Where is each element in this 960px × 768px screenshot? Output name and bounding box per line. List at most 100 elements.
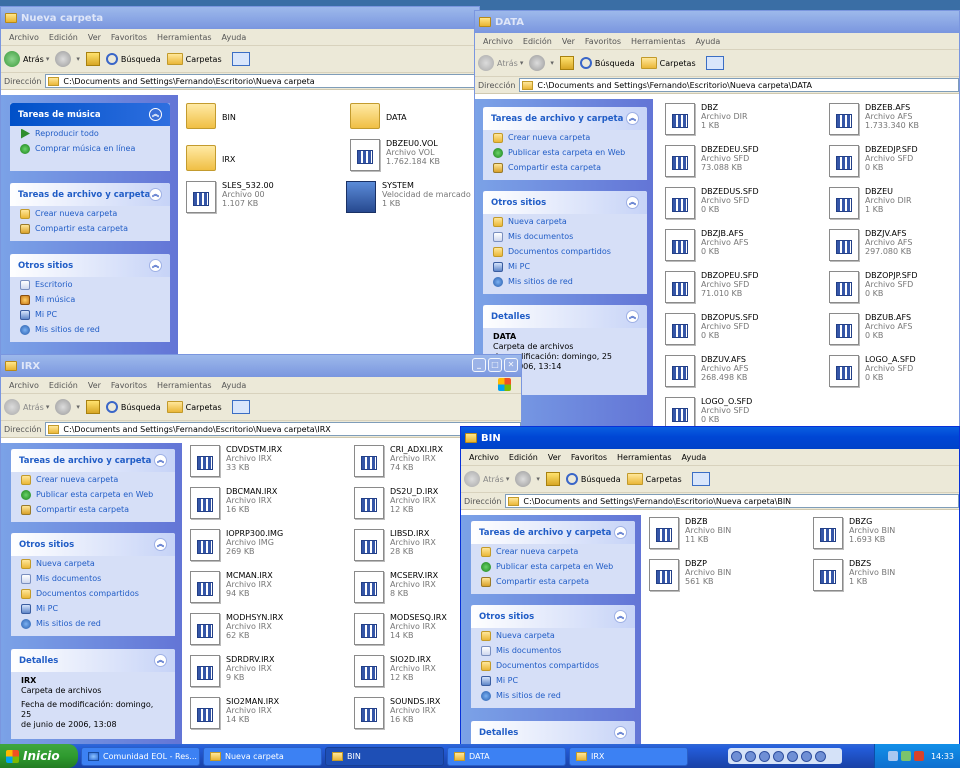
collapse-icon[interactable]: ︽	[154, 654, 167, 667]
file-item[interactable]: DBZG Archivo BIN 1.693 KB	[813, 517, 959, 555]
file-item[interactable]: CDVDSTM.IRX Archivo IRX 33 KB	[190, 445, 350, 483]
menu-ayuda[interactable]: Ayuda	[691, 37, 726, 46]
place-shared-documents[interactable]: Documentos compartidos	[483, 244, 647, 259]
task-new-folder[interactable]: Crear nueva carpeta	[11, 472, 175, 487]
task-publish-web[interactable]: Publicar esta carpeta en Web	[471, 559, 635, 574]
menu-herramientas[interactable]: Herramientas	[152, 381, 217, 390]
folder-up-icon[interactable]	[85, 400, 100, 414]
menu-ayuda[interactable]: Ayuda	[217, 33, 252, 42]
collapse-icon[interactable]: ︽	[614, 726, 627, 739]
menu-edicion[interactable]: Edición	[518, 37, 557, 46]
menu-favoritos[interactable]: Favoritos	[106, 33, 152, 42]
task-share-folder[interactable]: Compartir esta carpeta	[471, 574, 635, 589]
address-input[interactable]: C:\Documents and Settings\Fernando\Escri…	[519, 78, 959, 92]
folders-button[interactable]: Carpetas	[626, 473, 682, 485]
folders-button[interactable]: Carpetas	[166, 53, 222, 65]
restore-icon[interactable]	[815, 750, 826, 762]
menu-favoritos[interactable]: Favoritos	[580, 37, 626, 46]
antivirus-tray-icon[interactable]	[913, 751, 924, 761]
menu-favoritos[interactable]: Favoritos	[566, 453, 612, 462]
task-play-all[interactable]: Reproducir todo	[10, 126, 170, 141]
window-data[interactable]: DATA Archivo Edición Ver Favoritos Herramien…	[474, 10, 960, 430]
title-bar[interactable]: BIN	[461, 427, 959, 449]
place-desktop[interactable]: Escritorio	[10, 277, 170, 292]
menu-ayuda[interactable]: Ayuda	[677, 453, 712, 462]
place-new-folder[interactable]: Nueva carpeta	[483, 214, 647, 229]
file-item[interactable]: DBZOPJP.SFD Archivo SFD 0 KB	[829, 271, 959, 309]
file-item[interactable]: DBZEDJP.SFD Archivo SFD 0 KB	[829, 145, 959, 183]
file-item[interactable]: LOGO_A.SFD Archivo SFD 0 KB	[829, 355, 959, 393]
clock[interactable]: 14:33	[931, 752, 954, 761]
file-item[interactable]: DBZJB.AFS Archivo AFS 0 KB	[665, 229, 825, 267]
folder-up-icon[interactable]	[85, 52, 100, 66]
file-item[interactable]: DBZP Archivo BIN 561 KB	[649, 559, 809, 597]
collapse-icon[interactable]: ︽	[614, 610, 627, 623]
dropdown-arrow-icon[interactable]: ▾	[46, 403, 50, 411]
dropdown-arrow-icon[interactable]: ▾	[536, 475, 540, 483]
views-icon[interactable]	[231, 400, 250, 414]
address-input[interactable]: C:\Documents and Settings\Fernando\Escri…	[45, 74, 479, 88]
place-my-pc[interactable]: Mi PC	[11, 601, 175, 616]
address-input[interactable]: C:\Documents and Settings\Fernando\Escri…	[45, 422, 521, 436]
collapse-icon[interactable]: ︽	[149, 188, 162, 201]
place-my-documents[interactable]: Mis documentos	[471, 643, 635, 658]
file-item[interactable]: BIN	[186, 99, 346, 137]
minimize-icon[interactable]: _	[472, 358, 486, 372]
window-irx[interactable]: IRX _ □ ✕ Archivo Edición Ver Favoritos Herram…	[0, 354, 522, 746]
file-item[interactable]: SLES_532.00 Archivo 00 1.107 KB	[186, 181, 346, 219]
collapse-icon[interactable]: ︽	[149, 259, 162, 272]
taskbar-button-comunidad[interactable]: Comunidad EOL - Res...	[81, 746, 200, 766]
dropdown-arrow-icon[interactable]: ▾	[520, 59, 524, 67]
file-item[interactable]: SIO2MAN.IRX Archivo IRX 14 KB	[190, 697, 350, 735]
place-network[interactable]: Mis sitios de red	[10, 322, 170, 337]
file-item[interactable]: DBZUV.AFS Archivo AFS 268.498 KB	[665, 355, 825, 393]
task-new-folder[interactable]: Crear nueva carpeta	[483, 130, 647, 145]
other-places-header[interactable]: Otros sitios ︽	[483, 191, 647, 214]
details-header[interactable]: Detalles ︽	[483, 305, 647, 328]
file-item[interactable]: DBZOPEU.SFD Archivo SFD 71.010 KB	[665, 271, 825, 309]
file-item[interactable]: DBZB Archivo BIN 11 KB	[649, 517, 809, 555]
other-places-header[interactable]: Otros sitios ︽	[10, 254, 170, 277]
taskbar-button-nueva-carpeta[interactable]: Nueva carpeta	[203, 746, 322, 766]
taskbar-button-irx[interactable]: IRX	[569, 746, 688, 766]
menu-ver[interactable]: Ver	[557, 37, 580, 46]
collapse-icon[interactable]: ︽	[614, 526, 627, 539]
place-shared-documents[interactable]: Documentos compartidos	[11, 586, 175, 601]
file-tasks-header[interactable]: Tareas de archivo y carpeta ︽	[471, 521, 635, 544]
task-share-folder[interactable]: Compartir esta carpeta	[11, 502, 175, 517]
dropdown-arrow-icon[interactable]: ▾	[46, 55, 50, 63]
menu-archivo[interactable]: Archivo	[478, 37, 518, 46]
music-tasks-header[interactable]: Tareas de música ︽	[10, 103, 170, 126]
file-item[interactable]: DBZOPUS.SFD Archivo SFD 0 KB	[665, 313, 825, 351]
window-bin[interactable]: BIN Archivo Edición Ver Favoritos Herramient…	[460, 426, 960, 746]
previous-icon[interactable]	[759, 750, 770, 762]
back-button[interactable]: Atrás ▾	[478, 55, 523, 71]
menu-herramientas[interactable]: Herramientas	[612, 453, 677, 462]
file-item[interactable]: DBZEDEU.SFD Archivo SFD 73.088 KB	[665, 145, 825, 183]
search-button[interactable]: Búsqueda	[565, 473, 621, 485]
task-new-folder[interactable]: Crear nueva carpeta	[471, 544, 635, 559]
collapse-icon[interactable]: ︽	[626, 112, 639, 125]
menu-archivo[interactable]: Archivo	[4, 33, 44, 42]
file-item[interactable]: SDRDRV.IRX Archivo IRX 9 KB	[190, 655, 350, 693]
start-button[interactable]: Inicio	[0, 744, 78, 768]
dropdown-arrow-icon[interactable]: ▾	[506, 475, 510, 483]
task-share-folder[interactable]: Compartir esta carpeta	[483, 160, 647, 175]
forward-button[interactable]: ▾	[529, 55, 554, 71]
menu-edicion[interactable]: Edición	[44, 33, 83, 42]
folders-button[interactable]: Carpetas	[166, 401, 222, 413]
place-network[interactable]: Mis sitios de red	[11, 616, 175, 631]
dropdown-arrow-icon[interactable]: ▾	[76, 55, 80, 63]
task-share-folder[interactable]: Compartir esta carpeta	[10, 221, 170, 236]
search-button[interactable]: Búsqueda	[105, 53, 161, 65]
window-nueva-carpeta[interactable]: Nueva carpeta Archivo Edición Ver Favoritos…	[0, 6, 480, 356]
file-item[interactable]: DBZJV.AFS Archivo AFS 297.080 KB	[829, 229, 959, 267]
forward-button[interactable]: ▾	[55, 399, 80, 415]
volume-icon[interactable]	[801, 750, 812, 762]
task-publish-web[interactable]: Publicar esta carpeta en Web	[483, 145, 647, 160]
back-button[interactable]: Atrás ▾	[4, 51, 49, 67]
next-icon[interactable]	[773, 750, 784, 762]
file-item[interactable]: DBZS Archivo BIN 1 KB	[813, 559, 959, 597]
dropdown-arrow-icon[interactable]: ▾	[76, 403, 80, 411]
file-item[interactable]: IRX	[186, 141, 346, 179]
